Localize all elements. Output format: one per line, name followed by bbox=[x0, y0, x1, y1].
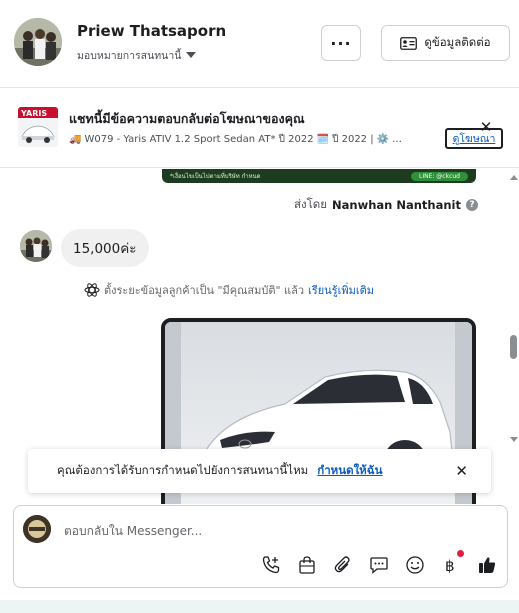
view-ad-link[interactable]: ดูโฆษณา bbox=[445, 128, 503, 149]
scroll-up-arrow-icon[interactable] bbox=[510, 175, 518, 180]
ad-reply-banner: YARIS แชทนี้มีข้อความตอบกลับต่อโฆษณาของค… bbox=[0, 88, 519, 168]
atom-icon bbox=[84, 283, 100, 297]
svg-text:฿: ฿ bbox=[445, 557, 455, 575]
ad-strip-text: *เงื่อนไขเป็นไปตามที่บริษัท กำหนด bbox=[170, 173, 261, 180]
ad-subtitle-part2: ปี 2022 | bbox=[332, 134, 374, 145]
calendar-icon: 🗓️ bbox=[316, 134, 330, 145]
ad-reply-title: แชทนี้มีข้อความตอบกลับต่อโฆษณาของคุณ bbox=[69, 111, 305, 126]
learn-more-link[interactable]: เรียนรู้เพิ่มเติม bbox=[308, 281, 374, 299]
truck-icon: 🚚 bbox=[69, 134, 82, 145]
ad-thumb-text: YARIS bbox=[20, 109, 47, 118]
ad-thumbnail[interactable]: YARIS bbox=[18, 107, 58, 147]
sent-by-prefix: ส่งโดย bbox=[293, 197, 328, 211]
gear-icon: ⚙️ bbox=[376, 134, 390, 145]
saved-replies-icon[interactable] bbox=[365, 553, 393, 577]
scroll-down-arrow-icon[interactable] bbox=[510, 437, 518, 442]
contact-name[interactable]: Priew Thatsaporn bbox=[77, 22, 226, 40]
scroll-thumb[interactable] bbox=[510, 335, 517, 359]
composer-toolbar: ฿ bbox=[257, 550, 501, 577]
sender-name: Nanwhan Nanthanit bbox=[332, 198, 461, 212]
assign-label: มอบหมายการสนทนานี้ bbox=[77, 50, 182, 62]
contact-card-icon bbox=[400, 36, 418, 50]
system-note: ตั้งระยะข้อมูลลูกค้าเป็น "มีคุณสมบัติ" แ… bbox=[84, 281, 374, 299]
like-thumbs-up-icon[interactable] bbox=[473, 553, 501, 577]
caret-down-icon bbox=[186, 52, 197, 58]
notification-dot bbox=[457, 550, 464, 557]
ad-strip-line: LINE: @ckcud bbox=[410, 171, 468, 181]
ad-subtitle: 🚚 W079 - Yaris ATIV 1.2 Sport Sedan AT* … bbox=[69, 132, 441, 147]
assign-to-me-banner: คุณต้องการได้รับการกำหนดไปยังการสนทนานี้… bbox=[28, 449, 491, 493]
ellipsis-text: … bbox=[392, 134, 403, 145]
assign-to-me-link[interactable]: กำหนดให้ฉัน bbox=[317, 462, 382, 480]
reply-composer[interactable]: ตอบกลับใน Messenger... ฿ bbox=[13, 505, 508, 588]
more-icon: ··· bbox=[330, 33, 352, 53]
emoji-icon[interactable] bbox=[401, 553, 429, 577]
ad-subtitle-part1: W079 - Yaris ATIV 1.2 Sport Sedan AT* ปี… bbox=[84, 134, 314, 145]
bottom-strip bbox=[0, 600, 519, 613]
contact-info-label: ดูข้อมูลติดต่อ bbox=[424, 35, 491, 49]
thread-scrollbar[interactable] bbox=[508, 169, 519, 449]
contact-avatar[interactable] bbox=[14, 18, 62, 66]
page-avatar bbox=[23, 515, 51, 543]
paperclip-icon[interactable] bbox=[329, 553, 357, 577]
call-add-icon[interactable] bbox=[257, 553, 285, 577]
assign-conversation-dropdown[interactable]: มอบหมายการสนทนานี้ bbox=[77, 47, 197, 64]
sent-by-row: ส่งโดย Nanwhan Nanthanit ? bbox=[294, 196, 478, 214]
assign-prompt-text: คุณต้องการได้รับการกำหนดไปยังการสนทนานี้… bbox=[57, 463, 309, 477]
reply-input[interactable]: ตอบกลับใน Messenger... bbox=[64, 522, 202, 541]
system-note-text: ตั้งระยะข้อมูลลูกค้าเป็น "มีคุณสมบัติ" แ… bbox=[104, 284, 305, 297]
contact-avatar-small[interactable] bbox=[20, 230, 52, 262]
close-icon[interactable]: ✕ bbox=[478, 119, 494, 135]
message-bubble[interactable]: 15,000ค่ะ bbox=[61, 229, 149, 267]
baht-payment-icon[interactable]: ฿ bbox=[437, 550, 465, 577]
more-options-button[interactable]: ··· bbox=[321, 25, 361, 61]
shopping-bag-icon[interactable] bbox=[293, 553, 321, 577]
view-contact-info-button[interactable]: ดูข้อมูลติดต่อ bbox=[381, 25, 510, 61]
help-icon[interactable]: ? bbox=[466, 199, 478, 211]
ad-image-strip: *เงื่อนไขเป็นไปตามที่บริษัท กำหนด LINE: … bbox=[162, 169, 476, 183]
conversation-header: Priew Thatsaporn มอบหมายการสนทนานี้ ··· … bbox=[0, 0, 519, 88]
dismiss-banner-close-icon[interactable]: ✕ bbox=[455, 462, 468, 480]
